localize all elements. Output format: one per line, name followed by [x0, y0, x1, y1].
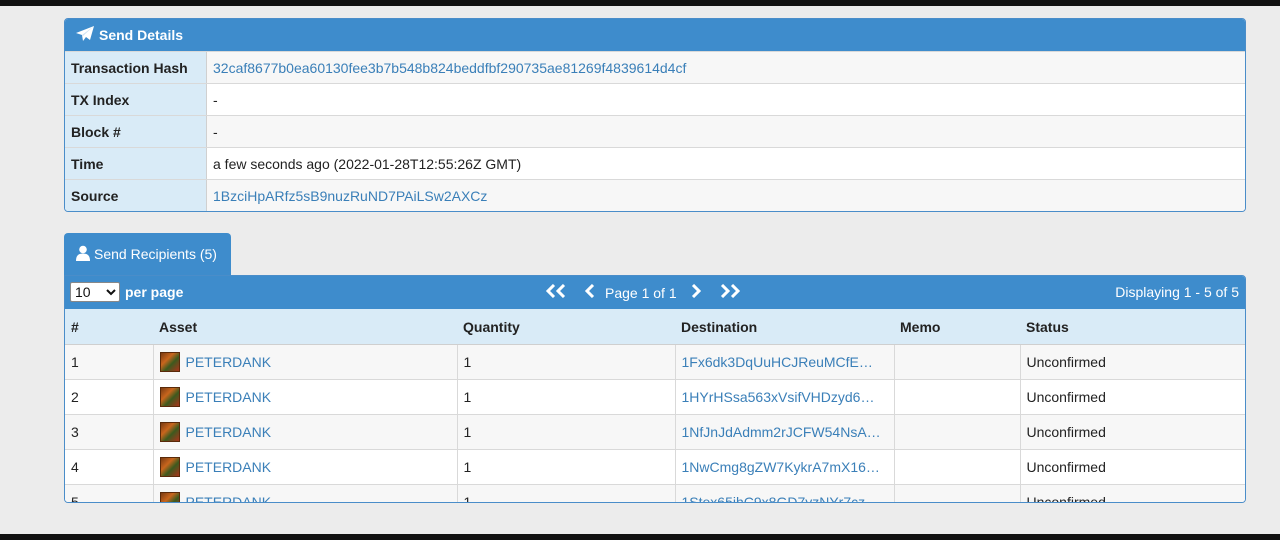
details-rows: Transaction Hash 32caf8677b0ea60130fee3b…	[65, 51, 1245, 211]
asset-thumbnail-icon	[159, 492, 180, 502]
table-row: 5 PETERDANK 1 1Stex65jhC9x8GD7yzNYr7cz… …	[65, 484, 1245, 502]
per-page-select[interactable]: 10	[70, 282, 120, 302]
row-number: 3	[65, 414, 154, 450]
block-value: -	[213, 123, 218, 140]
per-page-label: per page	[125, 284, 184, 300]
asset-link[interactable]: PETERDANK	[186, 424, 272, 440]
destination-link[interactable]: 1NfJnJdAdmm2rJCFW54NsA…	[682, 424, 881, 440]
transaction-hash-link[interactable]: 32caf8677b0ea60130fee3b7b548b824beddfbf2…	[213, 60, 686, 76]
quantity-cell: 1	[456, 484, 676, 502]
asset-link[interactable]: PETERDANK	[186, 389, 272, 405]
destination-link[interactable]: 1NwCmg8gZW7KykrA7mX16…	[682, 459, 880, 475]
detail-row-block: Block # -	[65, 115, 1245, 147]
per-page-control: 10 per page	[70, 282, 183, 302]
detail-label: Time	[65, 148, 207, 179]
asset-link[interactable]: PETERDANK	[186, 494, 272, 502]
table-row: 4 PETERDANK 1 1NwCmg8gZW7KykrA7mX16… Unc…	[65, 449, 1245, 485]
destination-link[interactable]: 1Fx6dk3DqUuHCJReuMCfE…	[682, 354, 873, 370]
displaying-count: Displaying 1 - 5 of 5	[1115, 284, 1239, 300]
asset-thumbnail-icon	[159, 457, 180, 477]
send-details-header: Send Details	[65, 19, 1245, 51]
memo-cell	[893, 379, 1021, 415]
asset-thumbnail-icon	[159, 422, 180, 442]
column-header-destination: Destination	[675, 309, 894, 345]
row-number: 2	[65, 379, 154, 415]
table-row: 2 PETERDANK 1 1HYrHSsa563xVsifVHDzyd6… U…	[65, 379, 1245, 415]
recipients-table: # Asset Quantity Destination Memo Status…	[65, 309, 1245, 502]
source-address-link[interactable]: 1BzciHpARfz5sB9nuzRuND7PAiLSw2AXCz	[213, 188, 487, 204]
paper-plane-icon	[75, 25, 99, 46]
detail-label: TX Index	[65, 84, 207, 115]
bottom-window-bar	[0, 534, 1280, 540]
first-page-icon[interactable]	[545, 282, 567, 303]
quantity-cell: 1	[456, 449, 676, 485]
asset-link[interactable]: PETERDANK	[186, 354, 272, 370]
user-icon	[76, 245, 94, 264]
column-header-number: #	[65, 309, 153, 345]
detail-row-tx-index: TX Index -	[65, 83, 1245, 115]
asset-thumbnail-icon	[159, 352, 180, 372]
detail-label: Source	[65, 180, 207, 211]
detail-label: Block #	[65, 116, 207, 147]
time-value: a few seconds ago (2022-01-28T12:55:26Z …	[213, 155, 522, 172]
row-number: 4	[65, 449, 154, 485]
row-number: 1	[65, 344, 154, 380]
tab-send-recipients[interactable]: Send Recipients (5)	[64, 233, 231, 275]
tab-label: Send Recipients (5)	[94, 246, 217, 262]
table-row: 1 PETERDANK 1 1Fx6dk3DqUuHCJReuMCfE… Unc…	[65, 344, 1245, 380]
destination-link[interactable]: 1Stex65jhC9x8GD7yzNYr7cz…	[682, 494, 880, 502]
detail-label: Transaction Hash	[65, 52, 207, 83]
destination-link[interactable]: 1HYrHSsa563xVsifVHDzyd6…	[682, 389, 875, 405]
memo-cell	[893, 414, 1021, 450]
status-cell: Unconfirmed	[1019, 449, 1245, 485]
memo-cell	[893, 484, 1021, 502]
pagination-toolbar: 10 per page Page 1 of 1 Displaying 1 - 5…	[65, 276, 1245, 309]
tx-index-value: -	[213, 91, 218, 108]
send-details-title: Send Details	[99, 27, 184, 43]
column-header-memo: Memo	[894, 309, 1020, 345]
send-details-panel: Send Details Transaction Hash 32caf8677b…	[64, 18, 1246, 212]
table-header-row: # Asset Quantity Destination Memo Status	[65, 309, 1245, 345]
status-cell: Unconfirmed	[1019, 414, 1245, 450]
memo-cell	[893, 344, 1021, 380]
detail-row-source: Source 1BzciHpARfz5sB9nuzRuND7PAiLSw2AXC…	[65, 179, 1245, 211]
asset-thumbnail-icon	[159, 387, 180, 407]
column-header-status: Status	[1020, 309, 1245, 345]
row-number: 5	[65, 484, 154, 502]
quantity-cell: 1	[456, 344, 676, 380]
status-cell: Unconfirmed	[1019, 484, 1245, 502]
detail-row-transaction-hash: Transaction Hash 32caf8677b0ea60130fee3b…	[65, 51, 1245, 83]
status-cell: Unconfirmed	[1019, 379, 1245, 415]
quantity-cell: 1	[456, 379, 676, 415]
last-page-icon[interactable]	[719, 282, 741, 303]
status-cell: Unconfirmed	[1019, 344, 1245, 380]
quantity-cell: 1	[456, 414, 676, 450]
asset-link[interactable]: PETERDANK	[186, 459, 272, 475]
prev-page-icon[interactable]	[584, 282, 595, 303]
page-indicator: Page 1 of 1	[605, 284, 677, 301]
send-recipients-panel: 10 per page Page 1 of 1 Displaying 1 - 5…	[64, 275, 1246, 503]
detail-row-time: Time a few seconds ago (2022-01-28T12:55…	[65, 147, 1245, 179]
next-page-icon[interactable]	[691, 282, 701, 303]
top-window-bar	[0, 0, 1280, 6]
column-header-quantity: Quantity	[457, 309, 675, 345]
column-header-asset: Asset	[153, 309, 457, 345]
table-row: 3 PETERDANK 1 1NfJnJdAdmm2rJCFW54NsA… Un…	[65, 414, 1245, 450]
memo-cell	[893, 449, 1021, 485]
pager: Page 1 of 1	[545, 276, 741, 309]
